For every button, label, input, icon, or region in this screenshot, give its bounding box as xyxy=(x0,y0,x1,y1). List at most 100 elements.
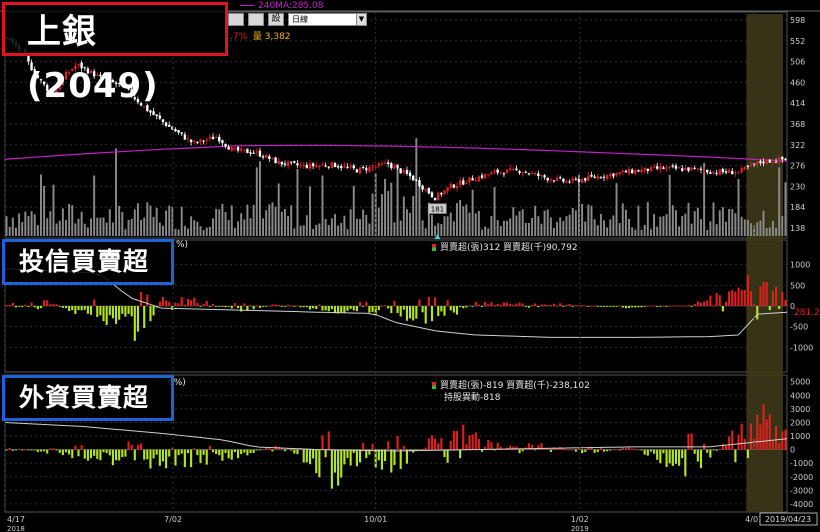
panel2-bar xyxy=(80,445,83,450)
inst-left-label: %) xyxy=(176,240,189,250)
panel1-bar xyxy=(362,306,365,307)
candle-body xyxy=(155,114,158,117)
candle-body xyxy=(727,169,731,173)
panel1-bar xyxy=(208,306,211,307)
panel1-bar xyxy=(624,306,627,309)
panel2-bar xyxy=(349,449,352,466)
panel1-bar xyxy=(546,304,549,306)
volume-bar xyxy=(36,225,39,236)
toolbar-button-1[interactable] xyxy=(228,13,244,26)
panel2-bar xyxy=(321,435,324,450)
panel1-bar xyxy=(102,306,105,322)
volume-bar xyxy=(121,212,124,236)
volume-bar xyxy=(224,212,227,236)
period-select[interactable]: 日線 ▼ xyxy=(288,13,367,26)
candle-body xyxy=(318,165,321,167)
panel1-bar xyxy=(606,306,609,307)
volume-bar xyxy=(750,223,752,236)
panel2-bar xyxy=(224,449,227,454)
panel2-bar xyxy=(418,448,421,450)
volume-bar xyxy=(487,228,490,236)
panel1-bar xyxy=(531,304,534,306)
panel1-bar xyxy=(587,306,590,307)
panel1-bar xyxy=(781,291,784,306)
panel2-bar xyxy=(152,449,155,459)
panel1-bar xyxy=(421,306,424,313)
candle-body xyxy=(505,169,509,174)
panel2-bar xyxy=(393,449,396,465)
panel1-bar xyxy=(402,306,405,310)
price-tick-label: 506 xyxy=(790,58,805,67)
panel1-bar xyxy=(124,306,127,317)
volume-bar xyxy=(149,205,152,236)
panel1-bar xyxy=(684,305,687,307)
panel2-bar xyxy=(602,449,606,452)
panel1-bar xyxy=(505,302,509,306)
panel1-bar xyxy=(268,305,271,307)
panel1-bar xyxy=(149,306,152,322)
panel1-bar xyxy=(559,303,562,306)
volume-bar xyxy=(346,229,349,236)
panel2-bar xyxy=(118,449,121,461)
volume-bar xyxy=(133,209,136,236)
panel2-bar xyxy=(684,449,687,477)
candle-body xyxy=(612,173,615,177)
panel2-bar xyxy=(656,449,659,460)
panel1-bar xyxy=(562,306,565,307)
panel2-bar xyxy=(196,449,199,456)
volume-bar xyxy=(143,217,146,236)
panel1-bar xyxy=(449,306,452,311)
panel1-bar xyxy=(140,292,143,306)
panel2-bar xyxy=(765,419,768,450)
panel2-bar xyxy=(377,449,380,461)
volume-bar xyxy=(8,226,11,236)
panel2-bar xyxy=(521,449,524,452)
panel1-bar xyxy=(593,305,596,307)
volume-bar xyxy=(465,204,468,236)
candle-body xyxy=(593,176,596,178)
candle-body xyxy=(665,167,668,169)
volume-bar xyxy=(177,229,180,236)
panel2-bar xyxy=(490,442,493,450)
volume-bar xyxy=(556,222,559,236)
panel1-bar xyxy=(14,306,18,308)
panel1-bar xyxy=(512,304,515,306)
volume-bar xyxy=(621,203,624,236)
panel1-bar xyxy=(581,305,584,306)
candle-body xyxy=(383,162,387,164)
panel1-bar xyxy=(602,306,606,307)
panel1-bar xyxy=(18,306,21,307)
candle-body xyxy=(455,185,459,189)
candle-body xyxy=(174,129,177,132)
volume-bar xyxy=(165,210,168,236)
panel1-bar xyxy=(527,306,531,308)
panel1-bar xyxy=(211,303,215,306)
volume-bar xyxy=(431,214,433,236)
volume-bar xyxy=(30,211,33,236)
toolbar-button-2[interactable] xyxy=(248,13,264,26)
candle-body xyxy=(734,172,737,175)
candle-body xyxy=(590,174,593,177)
panel2-bar xyxy=(606,449,609,452)
volume-bar xyxy=(506,220,509,236)
candle-body xyxy=(437,192,440,201)
panel2-bar xyxy=(424,447,427,450)
volume-bar xyxy=(212,218,214,236)
panel1-bar xyxy=(365,301,368,306)
ma-legend-line-icon xyxy=(240,5,254,6)
panel2-bar xyxy=(446,449,449,463)
panel2-bar xyxy=(258,449,261,451)
panel1-bar xyxy=(143,306,146,328)
settings-button[interactable]: 設 xyxy=(268,13,284,26)
candle-body xyxy=(199,139,202,143)
candle-body xyxy=(534,173,537,175)
panel1-bar xyxy=(343,306,346,313)
panel2-bar xyxy=(83,449,86,459)
panel1-bar xyxy=(671,305,674,307)
candle-body xyxy=(483,173,487,179)
panel2-bar xyxy=(268,448,271,450)
panel2-bar xyxy=(362,442,365,450)
panel2-bar xyxy=(743,438,746,450)
panel1-bar xyxy=(49,304,52,306)
candle-body xyxy=(649,166,653,172)
